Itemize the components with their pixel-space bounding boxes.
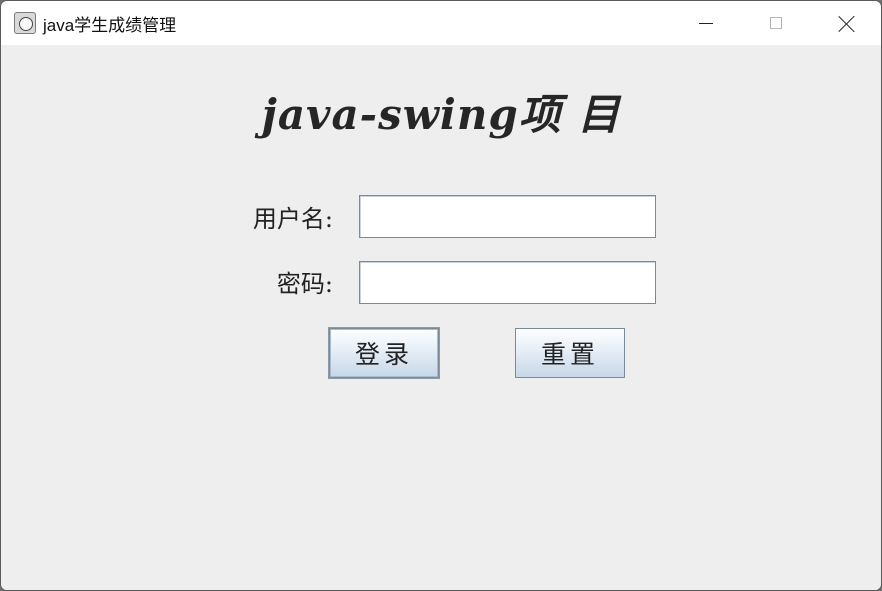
title-bar[interactable]: java学生成绩管理 [1, 1, 881, 45]
close-icon [838, 15, 855, 32]
login-button[interactable]: 登录 [329, 328, 439, 378]
reset-button[interactable]: 重置 [515, 328, 625, 378]
login-panel: java-swing项 目 用户名: 密码: 登录 重置 [1, 45, 881, 590]
minimize-icon [699, 22, 713, 24]
password-label: 密码: [276, 270, 333, 298]
maximize-icon [770, 17, 782, 29]
username-input[interactable] [359, 195, 656, 238]
minimize-button[interactable] [671, 1, 741, 45]
page-title: java-swing项 目 [261, 90, 621, 139]
close-button[interactable] [811, 1, 881, 45]
app-icon [14, 12, 36, 34]
password-input[interactable] [359, 261, 656, 304]
window-title: java学生成绩管理 [43, 16, 177, 35]
username-label: 用户名: [252, 205, 333, 233]
maximize-button[interactable] [741, 1, 811, 45]
app-window: java学生成绩管理 java-swing项 目 用户名: 密码: 登录 重置 [0, 0, 882, 591]
